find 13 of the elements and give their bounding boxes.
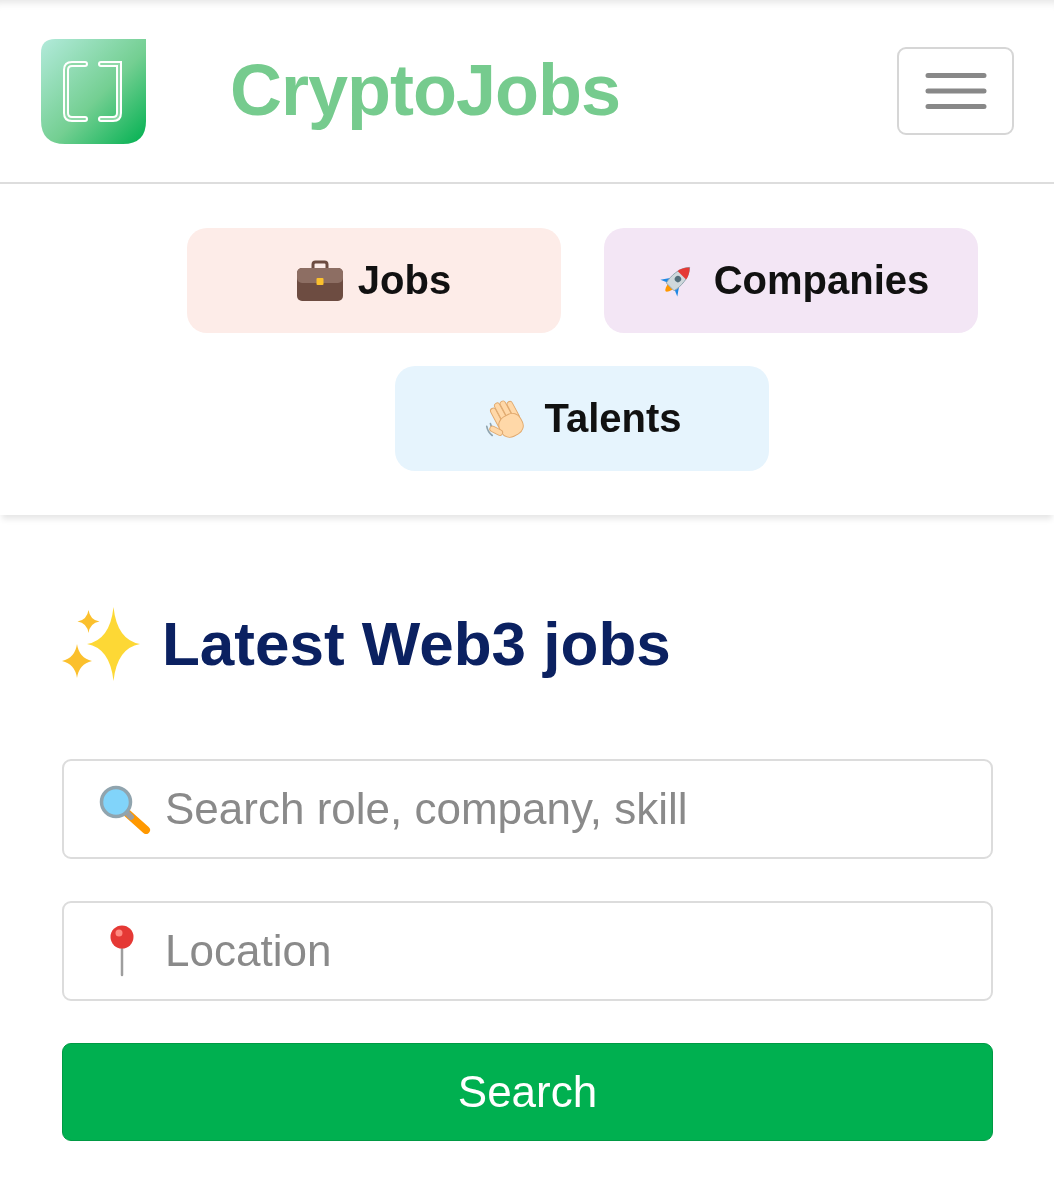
magnifier-icon (98, 784, 152, 835)
menu-icon (924, 72, 987, 110)
nav-link[interactable]: Talents (395, 366, 769, 471)
nav-link[interactable]: Jobs (186, 228, 561, 333)
menu-button[interactable] (897, 47, 1014, 135)
nav-link[interactable]: Companies (603, 228, 978, 333)
pin-icon (109, 925, 135, 978)
sparkles-icon (62, 607, 141, 682)
search-field[interactable]: Search role, company, skill (62, 759, 993, 860)
logo-icon[interactable] (41, 38, 146, 144)
page-heading: Latest Web3 jobs (162, 608, 671, 680)
briefcase-icon (295, 258, 344, 303)
location-field[interactable]: Location (62, 901, 993, 1002)
